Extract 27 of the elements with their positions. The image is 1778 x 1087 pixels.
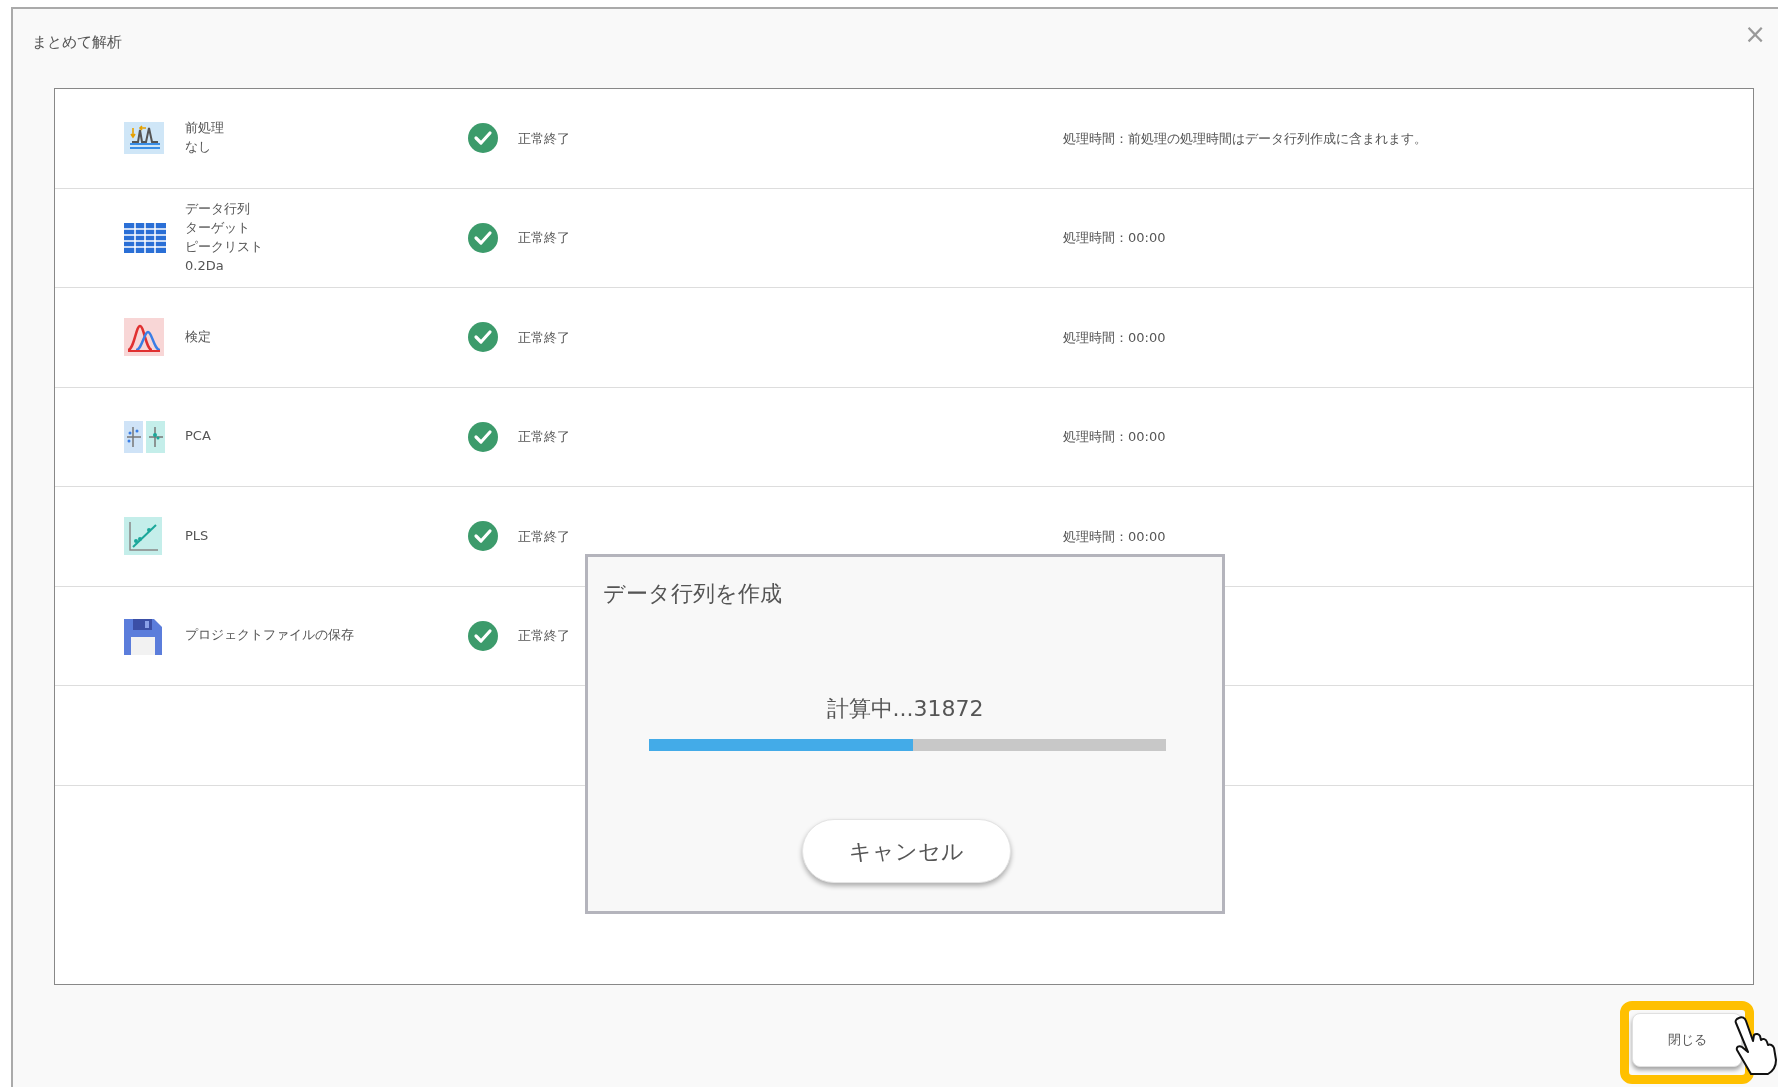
scatter-plot-icon — [124, 420, 166, 453]
status-text: 正常終了 — [518, 329, 570, 345]
cancel-button[interactable]: キャンセル — [802, 819, 1011, 883]
preprocess-chart-icon — [124, 122, 164, 155]
step-label: PCA — [185, 427, 212, 446]
processing-time-text: 処理時間：前処理の処理時間はデータ行列作成に含まれます。 — [1063, 130, 1427, 146]
window-title: まとめて解析 — [32, 32, 122, 53]
processing-time-text: 処理時間：00:00 — [1063, 429, 1166, 444]
progress-message: 計算中...31872 — [826, 696, 984, 721]
close-button[interactable]: 閉じる — [1632, 1013, 1742, 1067]
dialog-title: データ行列を作成 — [603, 580, 782, 608]
status-text: 正常終了 — [518, 528, 570, 544]
step-label: 前処理 なし — [185, 119, 225, 157]
status-text: 正常終了 — [518, 230, 570, 245]
processing-time-text: 処理時間：00:00 — [1063, 329, 1166, 345]
status-text: 正常終了 — [518, 130, 570, 146]
step-label: 検定 — [185, 327, 212, 346]
status-text: 正常終了 — [518, 628, 570, 643]
step-label: データ行列 ターゲット ピークリスト 0.2Da — [185, 200, 264, 275]
regression-plot-icon — [124, 517, 162, 556]
peak-chart-icon — [124, 318, 164, 357]
status-text: 正常終了 — [518, 429, 570, 444]
step-label: プロジェクトファイルの保存 — [185, 626, 355, 645]
processing-time-text: 処理時間：00:00 — [1063, 528, 1166, 544]
processing-time-text: 処理時間：00:00 — [1063, 230, 1166, 245]
table-icon — [124, 222, 166, 253]
step-label: PLS — [185, 526, 210, 545]
